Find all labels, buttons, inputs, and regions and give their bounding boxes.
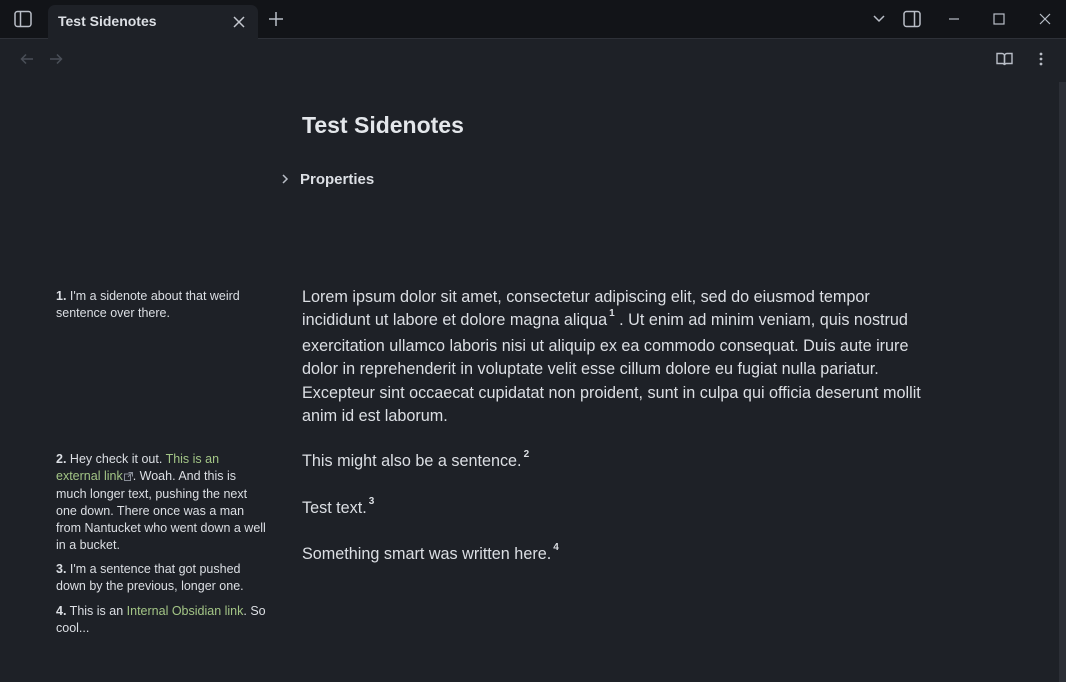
sidenote-number: 4. — [56, 604, 67, 618]
properties-toggle[interactable]: Properties — [280, 168, 374, 190]
chevron-right-icon — [280, 173, 290, 185]
sidenote-text: I'm a sidenote about that weird sentence… — [56, 289, 240, 320]
paragraph-text: This might also be a sentence. — [302, 452, 522, 470]
paragraph-lorem[interactable]: Lorem ipsum dolor sit amet, consectetur … — [302, 286, 932, 428]
more-vertical-icon[interactable] — [1029, 48, 1053, 70]
internal-link[interactable]: Internal Obsidian link — [127, 604, 244, 618]
sidenote-4: 4. This is an Internal Obsidian link. So… — [56, 603, 266, 637]
sidenote-text: I'm a sentence that got pushed down by t… — [56, 562, 244, 593]
close-icon[interactable] — [230, 13, 248, 31]
sidenote-text: Hey check it out. — [66, 452, 166, 466]
sidenote-number: 2. — [56, 452, 67, 466]
arrow-left-icon[interactable] — [15, 48, 39, 70]
footnote-ref-2[interactable]: 2 — [524, 449, 530, 460]
properties-label: Properties — [300, 170, 375, 188]
tab-title: Test Sidenotes — [58, 13, 157, 29]
footnote-ref-1[interactable]: 1 — [609, 308, 615, 319]
sidenote-2: 2. Hey check it out. This is an external… — [56, 451, 266, 554]
sidenote-3: 3. I'm a sentence that got pushed down b… — [56, 561, 266, 595]
chevron-down-icon[interactable] — [865, 6, 893, 32]
maximize-icon[interactable] — [985, 6, 1013, 32]
paragraph-text: Something smart was written here. — [302, 545, 552, 563]
paragraph-text: Test text. — [302, 499, 367, 517]
tab-test-sidenotes[interactable]: Test Sidenotes — [48, 5, 258, 39]
note-title[interactable]: Test Sidenotes — [302, 112, 464, 139]
sidenote-number: 3. — [56, 562, 67, 576]
minimize-icon[interactable] — [940, 6, 968, 32]
sidenote-number: 1. — [56, 289, 67, 303]
paragraph-smart[interactable]: Something smart was written here. 4 — [302, 542, 932, 568]
plus-icon[interactable] — [262, 6, 290, 32]
right-sidebar-icon[interactable] — [898, 6, 926, 32]
title-bar: Test Sidenotes — [0, 0, 1066, 39]
sidenote-1: 1. I'm a sidenote about that weird sente… — [56, 288, 266, 322]
footnote-ref-4[interactable]: 4 — [553, 542, 559, 553]
arrow-right-icon[interactable] — [44, 48, 68, 70]
paragraph-sentence[interactable]: This might also be a sentence. 2 — [302, 449, 932, 475]
footnote-ref-3[interactable]: 3 — [369, 496, 375, 507]
sidenote-text: This is an — [66, 604, 127, 618]
book-open-icon[interactable] — [992, 48, 1016, 70]
close-window-icon[interactable] — [1031, 6, 1059, 32]
sidebar-toggle-icon[interactable] — [9, 6, 37, 32]
paragraph-test-text[interactable]: Test text. 3 — [302, 496, 932, 522]
external-link-icon — [123, 469, 133, 486]
scrollbar[interactable] — [1059, 82, 1066, 682]
